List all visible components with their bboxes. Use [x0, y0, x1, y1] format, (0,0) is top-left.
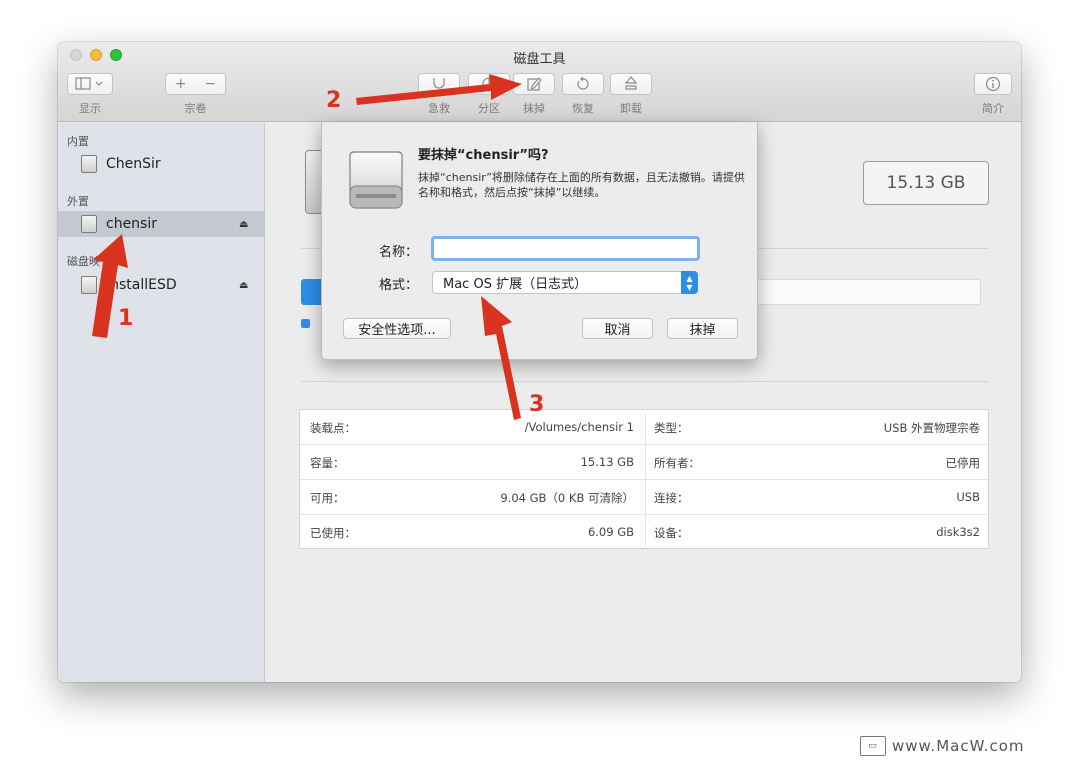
view-label: 显示	[79, 102, 101, 115]
cancel-button[interactable]: 取消	[582, 318, 653, 339]
sidebar-section-internal: 内置	[67, 135, 89, 148]
erase-icon	[527, 77, 542, 91]
format-select-value: Mac OS 扩展（日志式）	[443, 277, 588, 292]
type-key: 类型：	[654, 421, 689, 435]
device-value: disk3s2	[936, 525, 980, 539]
sidebar: 内置 ChenSir 外置 chensir ⏏ 磁盘映 InstallESD ⏏	[58, 123, 265, 682]
watermark-logo-icon: ▭	[860, 736, 886, 756]
unmount-button[interactable]	[610, 73, 652, 95]
available-key: 可用：	[310, 491, 345, 505]
sidebar-section-disk-images: 磁盘映	[67, 255, 100, 268]
used-value: 6.09 GB	[587, 525, 634, 539]
table-row: 装载点： /Volumes/chensir 1 类型： USB 外置物理宗卷	[300, 410, 990, 445]
annotation-number-1: 1	[118, 306, 134, 331]
sidebar-item-chensir-internal[interactable]: ChenSir	[58, 151, 265, 177]
type-value: USB 外置物理宗卷	[883, 421, 980, 435]
sidebar-section-external: 外置	[67, 195, 89, 208]
restore-label: 恢复	[572, 102, 594, 115]
device-key: 设备：	[654, 526, 689, 540]
format-label: 格式：	[378, 278, 418, 293]
mount-point-value: /Volumes/chensir 1	[524, 420, 634, 434]
owner-value: 已停用	[945, 456, 981, 470]
table-row: 已使用： 6.09 GB 设备： disk3s2	[300, 515, 990, 550]
sidebar-item-installesd[interactable]: InstallESD ⏏	[58, 272, 265, 298]
info-button[interactable]	[974, 73, 1012, 95]
annotation-number-2: 2	[326, 88, 342, 113]
security-options-button[interactable]: 安全性选项...	[343, 318, 451, 339]
sidebar-view-icon	[75, 77, 103, 90]
table-row: 可用： 9.04 GB（0 KB 可清除） 连接： USB	[300, 480, 990, 515]
stethoscope-icon	[433, 78, 445, 89]
info-label: 简介	[982, 102, 1004, 115]
annotation-number-3: 3	[529, 392, 545, 417]
erase-toolbar-button[interactable]	[513, 73, 555, 95]
table-row: 容量： 15.13 GB 所有者： 已停用	[300, 445, 990, 480]
capacity-badge: 15.13 GB	[863, 161, 989, 205]
available-value: 9.04 GB（0 KB 可清除）	[500, 491, 634, 505]
connection-value: USB	[956, 490, 980, 504]
volume-label: 宗卷	[184, 102, 207, 115]
eject-icon[interactable]: ⏏	[239, 219, 248, 230]
select-arrows-icon: ▲ ▼	[681, 271, 698, 294]
disk-image-icon	[81, 276, 97, 294]
partition-label: 分区	[478, 102, 500, 115]
eject-icon[interactable]: ⏏	[239, 280, 248, 291]
partition-button[interactable]	[468, 73, 510, 95]
sidebar-item-label: chensir	[106, 216, 157, 232]
first-aid-label: 急救	[428, 102, 450, 115]
window-title: 磁盘工具	[513, 52, 566, 67]
unmount-icon	[624, 76, 638, 90]
add-volume-button[interactable]: +	[175, 76, 187, 92]
name-input[interactable]	[431, 236, 700, 261]
connection-key: 连接：	[654, 491, 689, 505]
divider	[301, 381, 989, 382]
sidebar-item-label: InstallESD	[106, 277, 177, 293]
usage-bar-free	[756, 279, 981, 305]
owner-key: 所有者：	[654, 456, 700, 470]
remove-volume-button[interactable]: −	[204, 76, 216, 92]
erase-toolbar-label: 抹掉	[523, 102, 545, 115]
watermark-text: www.MacW.com	[892, 737, 1025, 755]
erase-confirm-button[interactable]: 抹掉	[667, 318, 738, 339]
watermark: ▭ www.MacW.com	[860, 736, 1025, 756]
restore-button[interactable]	[562, 73, 604, 95]
external-disk-icon	[81, 215, 97, 233]
sidebar-item-label: ChenSir	[106, 156, 161, 172]
used-key: 已使用：	[310, 526, 356, 540]
used-legend-swatch	[301, 319, 310, 328]
info-table: 装载点： /Volumes/chensir 1 类型： USB 外置物理宗卷 容…	[299, 409, 990, 550]
first-aid-button[interactable]	[418, 73, 460, 95]
name-label: 名称：	[378, 245, 418, 260]
format-select[interactable]: Mac OS 扩展（日志式） ▲ ▼	[432, 271, 698, 294]
sidebar-item-chensir-external[interactable]: chensir ⏏	[58, 211, 265, 237]
partition-icon	[482, 77, 496, 91]
restore-icon	[577, 76, 589, 90]
info-icon	[985, 76, 1001, 92]
external-disk-icon	[349, 151, 403, 209]
erase-dialog: 要抹掉“chensir”吗? 抹掉“chensir”将删除储存在上面的所有数据，…	[321, 122, 758, 360]
usage-bar-used	[301, 279, 321, 305]
unmount-label: 卸载	[620, 102, 642, 115]
capacity-key: 容量：	[310, 456, 345, 470]
capacity-value: 15.13 GB	[580, 455, 634, 469]
dialog-message: 抹掉“chensir”将删除储存在上面的所有数据，且无法撤销。请提供名称和格式，…	[418, 171, 745, 199]
mount-point-key: 装载点：	[310, 421, 356, 435]
dialog-title: 要抹掉“chensir”吗?	[418, 148, 549, 163]
internal-disk-icon	[81, 155, 97, 173]
title-bar: 磁盘工具 显示 + − 宗卷 急救 分区 抹掉 恢复 卸载 简介	[58, 42, 1021, 122]
view-button[interactable]	[67, 73, 113, 95]
volume-buttons: + −	[165, 73, 226, 95]
